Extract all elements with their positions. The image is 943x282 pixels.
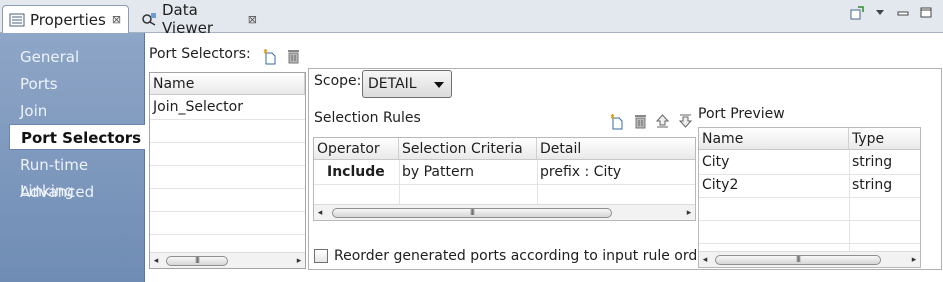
- port-preview-table: Name Type City string City2 string ◂ III…: [698, 127, 921, 268]
- tab-data-viewer[interactable]: Data Viewer ⊠: [135, 1, 263, 37]
- port-selectors-label: Port Selectors:: [149, 46, 251, 62]
- scroll-right-icon[interactable]: ▸: [684, 207, 694, 219]
- nav-item-join[interactable]: Join: [9, 98, 145, 124]
- rules-hscrollbar[interactable]: ◂ III ▸: [314, 204, 695, 220]
- close-icon[interactable]: ⊠: [248, 13, 257, 26]
- nav-item-general[interactable]: General: [9, 44, 145, 70]
- scroll-thumb[interactable]: III: [332, 208, 612, 218]
- selection-rules-table: Operator Selection Criteria Detail Inclu…: [313, 137, 696, 221]
- view-menu-icon[interactable]: [873, 6, 887, 20]
- scroll-thumb[interactable]: III: [166, 256, 228, 266]
- nav-item-advanced[interactable]: Advanced: [9, 179, 145, 205]
- tab-data-viewer-label: Data Viewer: [162, 1, 213, 37]
- preview-row-0-name[interactable]: City: [702, 151, 729, 173]
- selectors-hscrollbar[interactable]: ◂ III ▸: [150, 252, 305, 268]
- preview-row-0-type[interactable]: string: [852, 151, 892, 173]
- pin-icon[interactable]: [850, 6, 864, 20]
- properties-icon: [9, 13, 25, 27]
- chevron-down-icon: [434, 82, 444, 88]
- reorder-checkbox[interactable]: [314, 249, 328, 263]
- scroll-left-icon[interactable]: ◂: [700, 254, 710, 266]
- properties-nav: General Ports Join Port Selectors Run-ti…: [0, 33, 145, 282]
- rule-operator[interactable]: Include: [327, 161, 385, 183]
- minimize-icon[interactable]: [896, 6, 910, 20]
- scroll-left-icon[interactable]: ◂: [151, 255, 161, 267]
- preview-hscrollbar[interactable]: ◂ III ▸: [699, 251, 920, 267]
- maximize-icon[interactable]: [919, 6, 933, 20]
- preview-row-1-type[interactable]: string: [852, 174, 892, 196]
- port-preview-label: Port Preview: [698, 106, 785, 122]
- scroll-thumb[interactable]: III: [715, 255, 881, 265]
- rule-criteria[interactable]: by Pattern: [402, 161, 474, 183]
- preview-row-1-name[interactable]: City2: [702, 174, 738, 196]
- scroll-right-icon[interactable]: ▸: [909, 254, 919, 266]
- scroll-left-icon[interactable]: ◂: [315, 207, 325, 219]
- reorder-checkbox-label: Reorder generated ports according to inp…: [334, 248, 712, 264]
- port-selectors-table: Name Join_Selector ◂ III ▸: [149, 72, 306, 269]
- column-header-type[interactable]: Type: [849, 128, 920, 150]
- new-rule-icon[interactable]: [610, 114, 625, 130]
- delete-rule-icon[interactable]: [633, 113, 648, 129]
- column-header-selection-criteria[interactable]: Selection Criteria: [399, 138, 537, 160]
- scope-value: DETAIL: [368, 76, 417, 92]
- nav-item-runtime-linking[interactable]: Run-time Linking: [9, 152, 145, 200]
- nav-item-port-selectors[interactable]: Port Selectors: [9, 124, 145, 150]
- new-selector-icon[interactable]: [263, 49, 278, 65]
- view-tab-strip: Properties ⊠ Data Viewer ⊠: [0, 0, 943, 37]
- scope-select[interactable]: DETAIL: [362, 70, 452, 98]
- data-viewer-icon: [141, 12, 157, 26]
- scope-label: Scope:: [314, 73, 362, 89]
- move-up-icon[interactable]: [655, 113, 670, 129]
- rule-detail[interactable]: prefix : City: [540, 161, 621, 183]
- close-icon[interactable]: ⊠: [112, 13, 121, 26]
- nav-item-ports[interactable]: Ports: [9, 71, 145, 97]
- delete-selector-icon[interactable]: [286, 48, 301, 64]
- tab-properties-label: Properties: [30, 10, 106, 29]
- column-header-operator[interactable]: Operator: [314, 138, 399, 160]
- column-header-name[interactable]: Name: [699, 128, 849, 150]
- selection-rules-label: Selection Rules: [314, 110, 421, 126]
- port-selectors-content: Port Selectors: Name Join_Selector ◂ III…: [146, 34, 943, 282]
- column-header-detail[interactable]: Detail: [537, 138, 695, 160]
- column-header-name[interactable]: Name: [150, 73, 305, 95]
- move-down-icon[interactable]: [678, 113, 693, 129]
- view-toolbar: [850, 6, 933, 20]
- selector-row-0[interactable]: Join_Selector: [153, 96, 243, 118]
- tab-properties[interactable]: Properties ⊠: [2, 5, 129, 33]
- scroll-right-icon[interactable]: ▸: [294, 255, 304, 267]
